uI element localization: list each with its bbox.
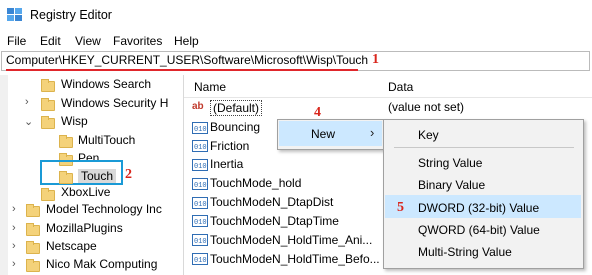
tree-item-windows-security[interactable]: Windows Security H [61,96,168,110]
value-name-bouncing[interactable]: Bouncing [210,120,260,134]
dword-value-icon: 010 [192,215,208,227]
folder-icon [41,188,55,201]
submenu-separator [394,147,574,148]
value-name-holdtime-ani[interactable]: TouchModeN_HoldTime_Ani... [210,233,372,247]
header-divider [184,97,592,98]
folder-icon [41,98,55,111]
dword-value-icon: 010 [192,159,208,171]
address-highlight-underline [6,69,358,71]
folder-icon [41,116,55,129]
chevron-right-icon[interactable]: › [12,258,16,270]
tree-scrollbar[interactable] [0,75,8,275]
svg-text:010: 010 [194,163,207,171]
dword-value-icon: 010 [192,234,208,246]
menu-help[interactable]: Help [174,34,199,48]
svg-text:010: 010 [194,257,207,265]
value-name-touchmode-hold[interactable]: TouchMode_hold [210,176,301,190]
folder-icon [59,135,73,148]
tree-item-touch[interactable]: Touch [78,169,117,183]
context-menu-new[interactable]: New [311,127,335,141]
annotation-number-2: 2 [125,167,132,182]
folder-icon [26,223,40,236]
column-header-name[interactable]: Name [194,80,226,94]
dword-value-icon: 010 [192,122,208,134]
column-header-data[interactable]: Data [388,80,413,94]
value-name-default[interactable]: (Default) [210,100,263,116]
svg-text:010: 010 [194,126,207,134]
tree-item-windows-search[interactable]: Windows Search [61,77,151,91]
string-value-icon: ab [192,101,204,112]
chevron-right-icon[interactable]: › [12,222,16,234]
svg-text:010: 010 [194,219,207,227]
dword-value-icon: 010 [192,140,208,152]
folder-icon [59,171,73,184]
value-name-dtapdist[interactable]: TouchModeN_DtapDist [210,195,333,209]
tree-item-xboxlive[interactable]: XboxLive [61,185,110,199]
dword-value-icon: 010 [192,253,208,265]
menu-view[interactable]: View [75,34,101,48]
folder-icon [26,241,40,254]
svg-text:010: 010 [194,182,207,190]
svg-text:010: 010 [194,201,207,209]
folder-icon [26,204,40,217]
submenu-dword-value[interactable]: DWORD (32-bit) Value [418,201,539,215]
svg-text:010: 010 [194,144,207,152]
pane-splitter[interactable] [183,75,184,275]
chevron-right-icon: › [370,125,375,140]
submenu-string-value[interactable]: String Value [418,156,482,170]
folder-icon [41,79,55,92]
registry-editor-icon [7,8,22,21]
submenu-qword-value[interactable]: QWORD (64-bit) Value [418,223,540,237]
chevron-down-icon[interactable]: ⌄ [24,115,33,128]
value-name-dtaptime[interactable]: TouchModeN_DtapTime [210,214,339,228]
chevron-right-icon[interactable]: › [12,240,16,252]
dword-value-icon: 010 [192,178,208,190]
window-title: Registry Editor [30,8,112,22]
annotation-number-1: 1 [372,52,379,67]
submenu-multi-string-value[interactable]: Multi-String Value [418,245,512,259]
svg-text:010: 010 [194,238,207,246]
chevron-right-icon[interactable]: › [25,96,29,108]
menu-file[interactable]: File [7,34,26,48]
value-name-holdtime-befo[interactable]: TouchModeN_HoldTime_Befo... [210,252,380,266]
tree-item-multitouch[interactable]: MultiTouch [78,133,135,147]
tree-item-netscape[interactable]: Netscape [46,239,97,253]
tree-item-mozillaplugins[interactable]: MozillaPlugins [46,221,123,235]
annotation-number-5: 5 [397,200,404,215]
chevron-right-icon[interactable]: › [12,203,16,215]
address-path[interactable]: Computer\HKEY_CURRENT_USER\Software\Micr… [6,53,368,67]
tree-item-wisp[interactable]: Wisp [61,114,88,128]
submenu-binary-value[interactable]: Binary Value [418,178,485,192]
tree-item-nico-mak[interactable]: Nico Mak Computing [46,257,157,271]
value-name-friction[interactable]: Friction [210,139,249,153]
tree-item-model-technology[interactable]: Model Technology Inc [46,202,162,216]
value-name-inertia[interactable]: Inertia [210,157,243,171]
menu-favorites[interactable]: Favorites [113,34,162,48]
value-data-default: (value not set) [388,100,465,114]
submenu-key[interactable]: Key [418,128,439,142]
menu-edit[interactable]: Edit [40,34,61,48]
dword-value-icon: 010 [192,197,208,209]
folder-icon [26,259,40,272]
